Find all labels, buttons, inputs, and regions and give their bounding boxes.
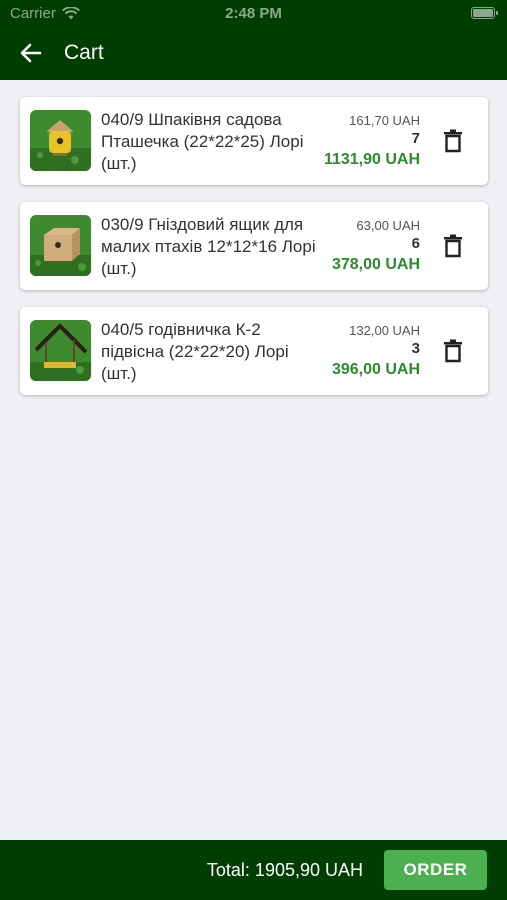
cart-item[interactable]: 040/5 годівничка К-2 підвісна (22*22*20)… [20,307,488,395]
trash-icon[interactable] [442,339,464,363]
nav-bar: Cart [0,28,507,80]
trash-icon[interactable] [442,234,464,258]
trash-icon[interactable] [442,129,464,153]
checkout-bar: Total: 1905,90 UAH ORDER [0,840,507,900]
product-name: 040/9 Шпаківня садова Пташечка (22*22*25… [101,110,304,173]
line-total: 1131,90 UAH [323,151,420,168]
page-title: Cart [64,41,104,64]
quantity: 3 [411,340,420,357]
battery-icon [471,7,498,19]
unit-price: 132,00 UAH [349,323,420,338]
line-total: 396,00 UAH [331,361,420,378]
product-image [30,110,91,171]
cart-total: Total: 1905,90 UAH [206,860,363,880]
order-button[interactable]: ORDER [384,850,487,890]
cart-item[interactable]: 030/9 Гніздовий ящик для малих птахів 12… [20,202,488,290]
cart-item[interactable]: 040/9 Шпаківня садова Пташечка (22*22*25… [20,97,488,185]
product-name: 040/5 годівничка К-2 підвісна (22*22*20)… [101,320,289,383]
quantity: 7 [411,130,420,147]
cart-list: 040/9 Шпаківня садова Пташечка (22*22*25… [20,97,488,412]
product-name: 030/9 Гніздовий ящик для малих птахів 12… [101,215,316,278]
unit-price: 161,70 UAH [349,113,420,128]
arrow-left-icon[interactable] [18,40,44,66]
quantity: 6 [411,235,420,252]
status-time: 2:48 PM [225,5,282,22]
product-image [30,320,91,381]
unit-price: 63,00 UAH [356,218,420,233]
status-bar: Carrier 2:48 PM [0,0,507,28]
product-image [30,215,91,276]
line-total: 378,00 UAH [331,256,420,273]
